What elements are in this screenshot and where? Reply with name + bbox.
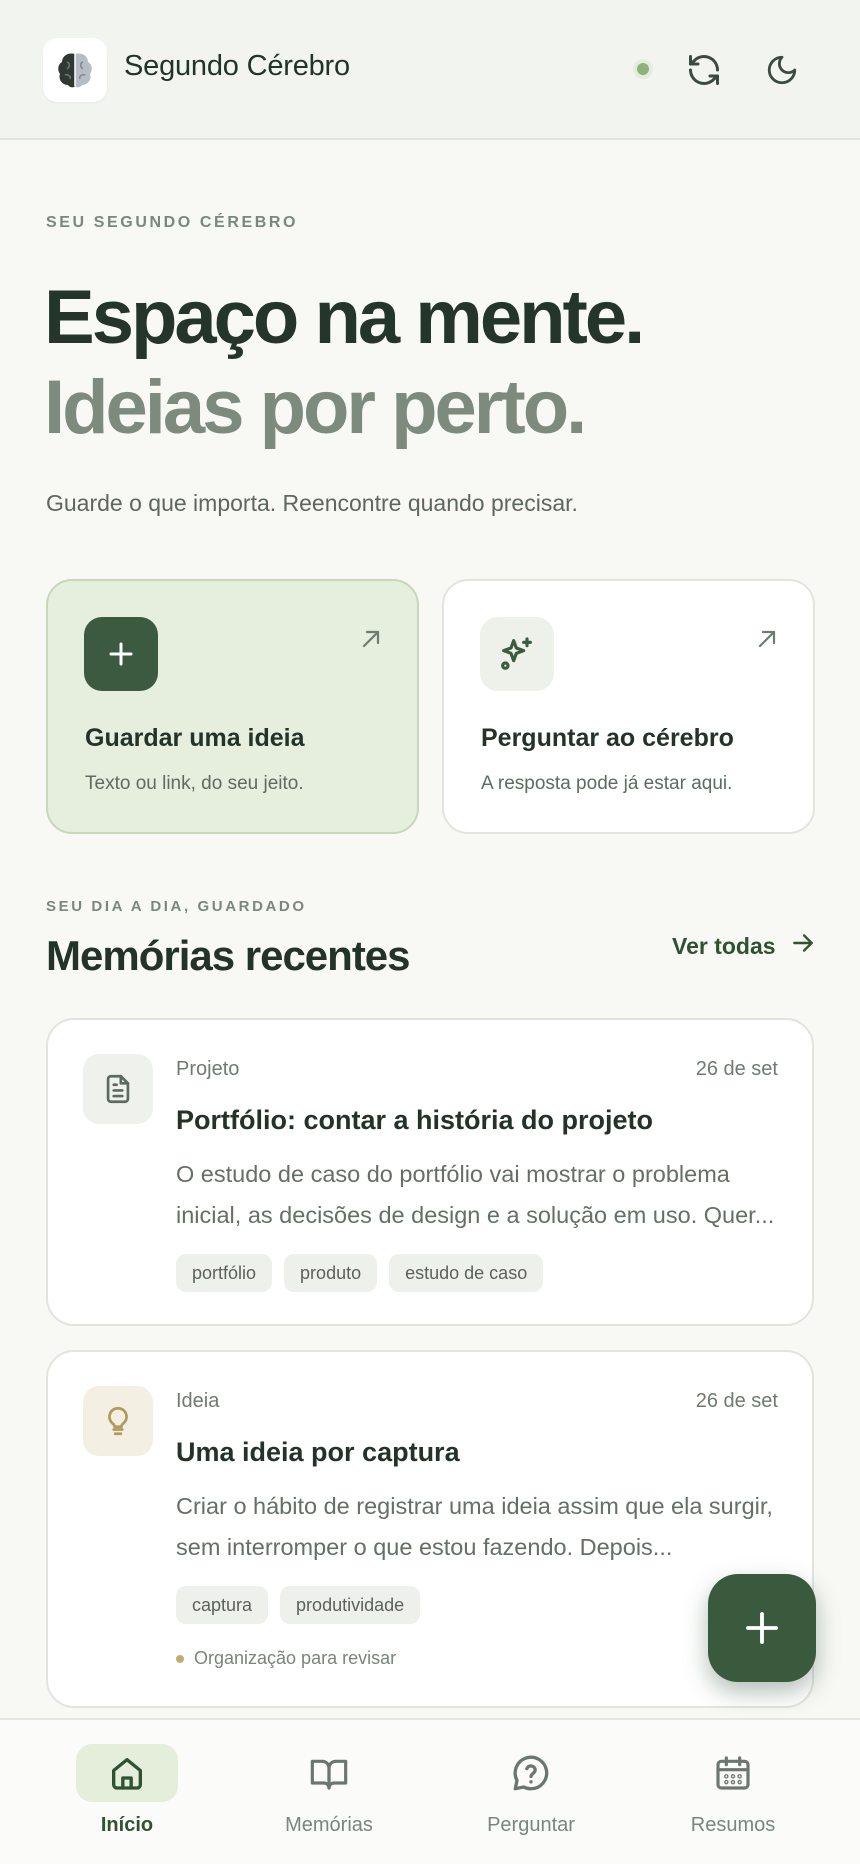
tag[interactable]: estudo de caso (389, 1254, 544, 1292)
ask-brain-description: A resposta pode já estar aqui. (481, 773, 733, 794)
nav-item-memories[interactable]: Memórias (249, 1744, 409, 1854)
tag[interactable]: produto (284, 1254, 378, 1292)
ask-brain-card[interactable]: Perguntar ao cérebro A resposta pode já … (442, 579, 815, 834)
app-header: Segundo Cérebro (0, 0, 860, 140)
memory-title: Uma ideia por captura (176, 1437, 460, 1467)
nav-label: Memórias (285, 1814, 373, 1836)
refresh-icon[interactable] (678, 44, 730, 96)
memory-note: Organização para revisar (176, 1648, 396, 1669)
memory-card[interactable]: Projeto 26 de set Portfólio: contar a hi… (46, 1018, 814, 1326)
arrow-up-right-icon (359, 627, 383, 656)
memory-tags: captura produtividade (176, 1586, 421, 1624)
hero-headline: Espaço na mente. (44, 275, 645, 360)
plus-icon (84, 617, 158, 691)
memory-card[interactable]: Ideia 26 de set Uma ideia por captura Cr… (46, 1350, 814, 1708)
calendar-icon (682, 1744, 784, 1802)
see-all-link[interactable]: Ver todas (672, 930, 816, 962)
save-idea-card[interactable]: Guardar uma ideia Texto ou link, do seu … (46, 579, 419, 834)
memory-excerpt: Criar o hábito de registrar uma ideia as… (176, 1493, 773, 1560)
recent-eyebrow: SEU DIA A DIA, GUARDADO (46, 898, 307, 915)
memory-date: 26 de set (695, 1058, 778, 1080)
nav-label: Resumos (690, 1814, 776, 1836)
see-all-label: Ver todas (672, 932, 776, 959)
plus-icon (746, 1612, 778, 1644)
nav-item-home[interactable]: Início (47, 1744, 207, 1854)
hero-eyebrow: SEU SEGUNDO CÉREBRO (46, 214, 299, 231)
add-memory-button[interactable] (708, 1574, 816, 1682)
memory-title: Portfólio: contar a história do projeto (176, 1105, 654, 1135)
document-icon (83, 1054, 153, 1124)
memory-kind: Projeto (176, 1058, 240, 1080)
memory-date: 26 de set (695, 1390, 778, 1412)
nav-label: Início (100, 1814, 154, 1836)
sync-status-dot (637, 63, 649, 75)
home-icon (76, 1744, 178, 1802)
arrow-right-icon (790, 930, 816, 962)
memory-excerpt: O estudo de caso do portfólio vai mostra… (176, 1161, 775, 1228)
note-dot (176, 1654, 184, 1663)
save-idea-description: Texto ou link, do seu jeito. (85, 773, 304, 794)
ask-brain-title: Perguntar ao cérebro (481, 724, 734, 752)
recent-title: Memórias recentes (46, 932, 411, 979)
hero-headline-secondary: Ideias por perto. (44, 365, 587, 450)
lightbulb-icon (83, 1386, 153, 1456)
moon-icon[interactable] (756, 44, 808, 96)
memory-kind: Ideia (176, 1390, 220, 1412)
save-idea-title: Guardar uma ideia (85, 724, 305, 752)
brain-icon[interactable] (43, 38, 107, 102)
memory-note-text: Organização para revisar (194, 1648, 397, 1668)
app-title: Segundo Cérebro (124, 50, 350, 82)
sparkles-icon (480, 617, 554, 691)
arrow-up-right-icon (755, 627, 779, 656)
nav-label: Perguntar (487, 1814, 575, 1836)
memory-tags: portfólio produto estudo de caso (176, 1254, 544, 1292)
bottom-nav: Início Memórias Perguntar Resumos (0, 1718, 860, 1864)
hero-subtitle: Guarde o que importa. Reencontre quando … (46, 490, 578, 516)
nav-item-summaries[interactable]: Resumos (653, 1744, 813, 1854)
nav-item-ask[interactable]: Perguntar (451, 1744, 611, 1854)
tag[interactable]: captura (176, 1586, 269, 1624)
book-icon (278, 1744, 380, 1802)
tag[interactable]: portfólio (176, 1254, 273, 1292)
tag[interactable]: produtividade (280, 1586, 421, 1624)
question-icon (480, 1744, 582, 1802)
